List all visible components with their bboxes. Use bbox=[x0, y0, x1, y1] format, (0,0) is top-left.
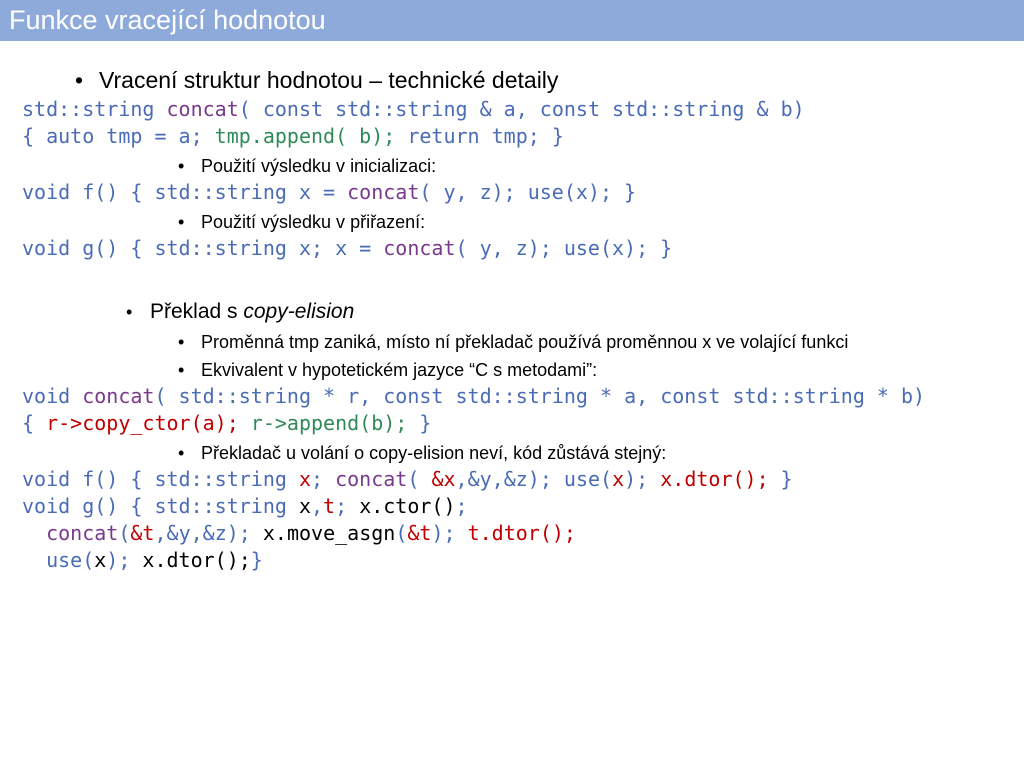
code-token: ; bbox=[311, 467, 336, 491]
code-token: concat bbox=[335, 467, 408, 491]
code-token: } bbox=[407, 411, 432, 435]
code-line-2: { auto tmp = a; tmp.append( b); return t… bbox=[22, 123, 564, 149]
code-token: x bbox=[94, 548, 107, 572]
code-token: void g() { std::string bbox=[22, 494, 299, 518]
code-token: tmp.append( b); bbox=[214, 124, 396, 148]
bullet-dot: • bbox=[126, 302, 133, 322]
code-token: return tmp; } bbox=[395, 124, 564, 148]
code-line-3: void f() { std::string x = concat( y, z)… bbox=[22, 179, 636, 205]
code-token: { auto tmp = a; bbox=[22, 124, 215, 148]
sub-bullet-text: Ekvivalent v hypotetickém jazyce “C s me… bbox=[201, 360, 598, 380]
code-token: x.move_asgn bbox=[262, 521, 396, 545]
code-token: ,&y,&z); bbox=[154, 521, 263, 545]
code-line-8: void g() { std::string x,t; x.ctor(); bbox=[22, 493, 468, 519]
code-token: t bbox=[323, 494, 336, 518]
code-token: x bbox=[298, 494, 311, 518]
bullet-dot: • bbox=[178, 332, 185, 352]
code-line-7: void f() { std::string x; concat( &x,&y,… bbox=[22, 466, 793, 492]
code-token: r->append(b); bbox=[250, 411, 408, 435]
bullet-dot: • bbox=[178, 212, 185, 232]
sub-bullet-text: Překladač u volání o copy-elision neví, … bbox=[201, 443, 667, 463]
code-line-6: { r->copy_ctor(a); r->append(b); } bbox=[22, 410, 431, 436]
code-token: ( std::string * r, const std::string * a… bbox=[154, 384, 926, 408]
code-line-1: std::string concat( const std::string & … bbox=[22, 96, 805, 122]
code-token: ( y, z); use(x); } bbox=[419, 180, 637, 204]
code-token: ; bbox=[335, 494, 360, 518]
code-token: ( bbox=[118, 521, 131, 545]
main-heading: Vracení struktur hodnotou – technické de… bbox=[99, 67, 559, 93]
code-token: { bbox=[22, 411, 47, 435]
code-token: concat bbox=[383, 236, 456, 260]
code-token: concat bbox=[347, 180, 420, 204]
code-line-5: void concat( std::string * r, const std:… bbox=[22, 383, 925, 409]
code-token: ( bbox=[395, 521, 408, 545]
code-line-4: void g() { std::string x; x = concat( y,… bbox=[22, 235, 672, 261]
page-title: Funkce vracející hodnotou bbox=[9, 5, 326, 35]
code-token: } bbox=[768, 467, 793, 491]
title-bar: Funkce vracející hodnotou bbox=[0, 0, 1024, 41]
bullet-dot: • bbox=[178, 156, 185, 176]
bullet-dot: • bbox=[75, 67, 84, 93]
code-token: ( bbox=[407, 467, 432, 491]
code-token: concat bbox=[166, 97, 239, 121]
code-token: x bbox=[298, 467, 311, 491]
code-token: r->copy_ctor(a); bbox=[46, 411, 239, 435]
code-token: } bbox=[250, 548, 263, 572]
code-token: &x bbox=[431, 467, 456, 491]
code-token: t.dtor(); bbox=[467, 521, 576, 545]
code-token: ( y, z); use(x); } bbox=[455, 236, 673, 260]
code-token: , bbox=[311, 494, 324, 518]
sub-bullet-text: Použití výsledku v přiřazení: bbox=[201, 212, 426, 232]
sub-bullet-text: Použití výsledku v inicializaci: bbox=[201, 156, 437, 176]
bullet-dot: • bbox=[178, 443, 185, 463]
code-token: use( bbox=[22, 548, 95, 572]
code-token: ); bbox=[624, 467, 661, 491]
code-token: void g() { std::string x; x = bbox=[22, 236, 384, 260]
code-token: ,&y,&z); use( bbox=[455, 467, 613, 491]
code-token: x bbox=[612, 467, 625, 491]
code-token: ); bbox=[106, 548, 143, 572]
code-token: void f() { std::string bbox=[22, 467, 299, 491]
code-token: x.ctor() bbox=[359, 494, 456, 518]
code-token: ; bbox=[455, 494, 468, 518]
sub-bullet-text: Proměnná tmp zaniká, místo ní překladač … bbox=[201, 332, 849, 352]
code-line-9: concat(&t,&y,&z); x.move_asgn(&t); t.dto… bbox=[22, 520, 576, 546]
code-token: void bbox=[22, 384, 83, 408]
code-token: concat bbox=[82, 384, 155, 408]
code-token: ( const std::string & a, const std::stri… bbox=[238, 97, 805, 121]
code-token: concat bbox=[46, 521, 119, 545]
code-token: x.dtor(); bbox=[142, 548, 251, 572]
code-token: x.dtor(); bbox=[660, 467, 769, 491]
code-token: void f() { std::string x = bbox=[22, 180, 348, 204]
bullet-dot: • bbox=[178, 360, 185, 380]
code-line-10: use(x); x.dtor();} bbox=[22, 547, 263, 573]
translation-text: Překlad s copy-elision bbox=[150, 300, 355, 323]
code-token: &t bbox=[130, 521, 155, 545]
code-token: &t bbox=[407, 521, 432, 545]
code-token: ); bbox=[431, 521, 468, 545]
code-token: std::string bbox=[22, 97, 167, 121]
